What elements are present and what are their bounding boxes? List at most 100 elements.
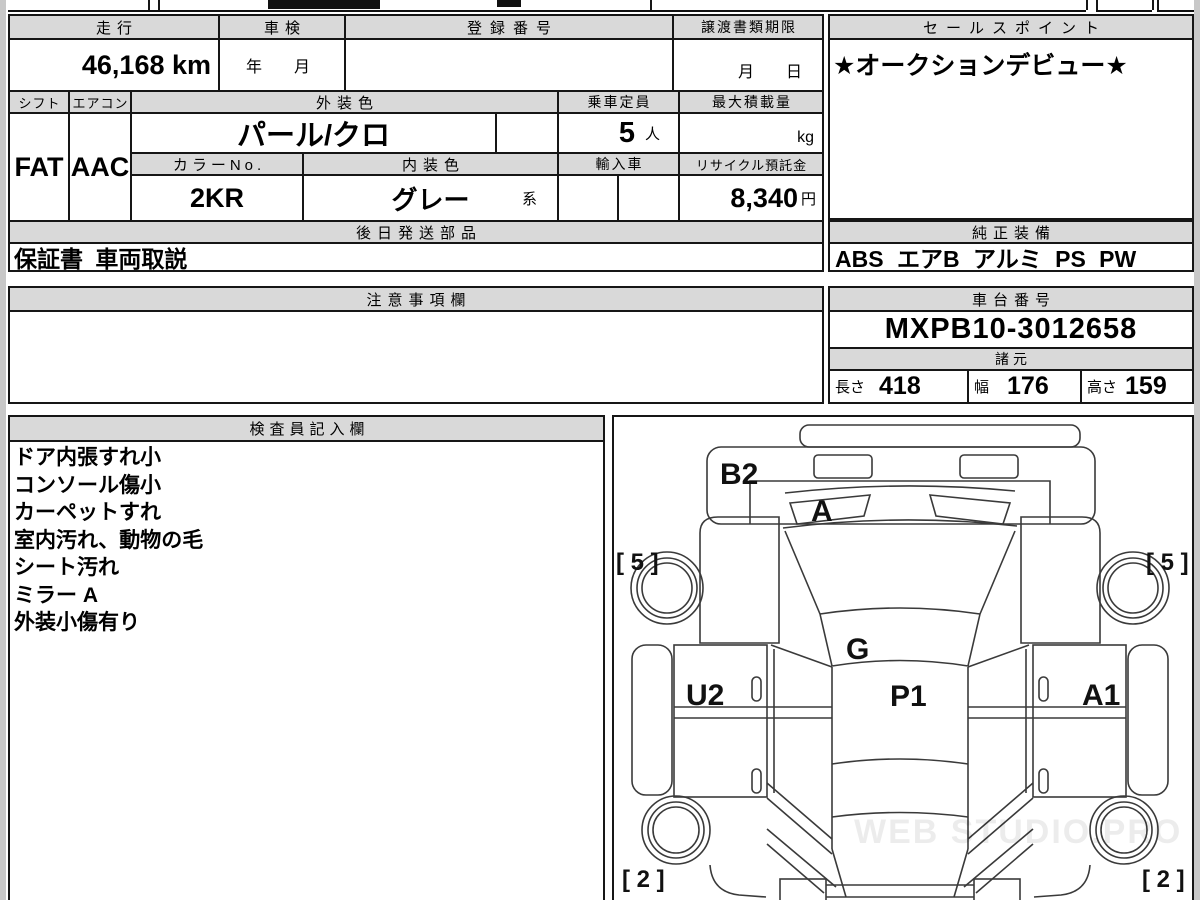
- caution-body: [8, 310, 824, 404]
- c-pillar-left: [766, 782, 833, 855]
- tire-grade-rear-right: [ 2 ]: [1142, 866, 1185, 893]
- capacity-number: 5: [618, 116, 635, 149]
- rear-wheel-left-hub: [652, 806, 700, 854]
- side-sill-left: [631, 644, 673, 796]
- a-pillar-right: [967, 644, 1030, 668]
- windshield-lower-right: [967, 613, 981, 667]
- front-fender-left: [699, 516, 780, 644]
- windshield-bottom-arc: [819, 607, 981, 615]
- cutoff-border-stub: [158, 0, 160, 10]
- width-label: 幅: [974, 379, 990, 396]
- windshield-right-edge: [979, 530, 1016, 615]
- auction-sheet-page: 走行 車検 登録番号 譲渡書類期限 46,168 km 年 月 月 日 シフト …: [0, 0, 1200, 900]
- chassis-no-value: MXPB10-3012658: [828, 310, 1194, 349]
- cowl-line: [784, 485, 1016, 494]
- exterior-color-extra-cell: [495, 112, 559, 154]
- height-value: 159: [1125, 372, 1167, 400]
- rear-wheel-left-ring: [647, 801, 705, 859]
- width-cell: 幅 176: [967, 369, 1082, 404]
- exterior-color-header: 外装色: [130, 90, 559, 114]
- a-pillar-left: [770, 644, 833, 668]
- transfer-deadline-field: 月 日: [672, 38, 824, 92]
- wiper-right: [928, 494, 1012, 525]
- inspector-note-line: ドア内張すれ小: [14, 446, 161, 469]
- chassis-no-header: 車台番号: [828, 286, 1194, 312]
- height-label: 高さ: [1087, 379, 1118, 396]
- cutoff-border-stub: [1086, 0, 1088, 10]
- cutoff-text-fragment: [268, 0, 380, 9]
- tire-grade-front-left: [ 5 ]: [616, 549, 659, 576]
- import-car-cell-1: [557, 174, 619, 222]
- door-handle-mark: [1038, 768, 1049, 794]
- windshield-left-edge: [784, 530, 821, 615]
- damage-diagram-box: WEB STUDIO.PRO B2 A G U2 P1 A1 [ 5 ] [ 5…: [612, 415, 1194, 900]
- recycle-deposit-header: リサイクル預託金: [678, 152, 824, 176]
- inspector-notes-body: ドア内張すれ小 コンソール傷小 カーペットすれ 室内汚れ、動物の毛 シート汚れ …: [8, 440, 605, 900]
- shift-header: シフト: [8, 90, 70, 114]
- cutoff-text-fragment: [497, 0, 521, 7]
- inspection-date-field: 年 月: [218, 38, 346, 92]
- door-handle-mark: [751, 676, 762, 702]
- cutoff-border-stub: [1152, 0, 1154, 10]
- recycle-deposit-unit: 円: [800, 190, 816, 208]
- capacity-header: 乗車定員: [557, 90, 680, 114]
- exterior-color-value: パール/クロ: [130, 112, 497, 154]
- inspector-note-line: コンソール傷小: [14, 473, 161, 497]
- registration-value: [344, 38, 674, 92]
- inspector-note-line: 室内汚れ、動物の毛: [14, 528, 204, 552]
- width-value: 176: [1007, 372, 1049, 400]
- inspector-notes-header: 検査員記入欄: [8, 415, 605, 442]
- cutoff-border-stub: [1096, 0, 1098, 10]
- length-cell: 長さ 418: [828, 369, 969, 404]
- inspector-note-line: ミラー A: [14, 583, 98, 607]
- caution-header: 注意事項欄: [8, 286, 824, 312]
- interior-color-suffix: 系: [521, 190, 537, 208]
- color-no-value: 2KR: [130, 174, 304, 222]
- interior-color-value: グレー 系: [302, 174, 559, 222]
- registration-header: 登録番号: [344, 14, 674, 40]
- car-damage-diagram: WEB STUDIO.PRO B2 A G U2 P1 A1 [ 5 ] [ 5…: [616, 424, 1189, 900]
- transfer-deadline-header: 譲渡書類期限: [672, 14, 824, 40]
- hatch-left-edge: [831, 848, 847, 898]
- aircon-value: AAC: [68, 112, 132, 222]
- damage-mark-roof: P1: [890, 680, 927, 713]
- max-load-value: kg: [678, 112, 824, 154]
- damage-mark-front-bumper: B2: [720, 458, 758, 491]
- later-parts-value: 保証書 車両取説: [8, 242, 824, 272]
- import-car-header: 輸入車: [557, 152, 680, 176]
- max-load-header: 最大積載量: [678, 90, 824, 114]
- front-fender-right: [1020, 516, 1101, 644]
- shift-value: FAT: [8, 112, 70, 222]
- cutoff-border-stub: [148, 0, 150, 10]
- front-bumper-top-strip: [799, 424, 1081, 448]
- height-cell: 高さ 159: [1080, 369, 1194, 404]
- damage-mark-cowl: A: [811, 495, 833, 528]
- equipment-value: ABS エアB アルミ PS PW: [828, 242, 1194, 272]
- damage-mark-left-door: U2: [686, 679, 724, 712]
- tail-panel-lines: [826, 884, 974, 898]
- headlight-left: [813, 454, 873, 479]
- headlight-right: [959, 454, 1019, 479]
- mileage-header: 走行: [8, 14, 220, 40]
- dimensions-header: 諸元: [828, 347, 1194, 371]
- door-handle-mark: [1038, 676, 1049, 702]
- color-no-header: カラーNo.: [130, 152, 304, 176]
- length-label: 長さ: [835, 379, 866, 396]
- inspector-note-line: シート汚れ: [14, 556, 119, 579]
- cutoff-border-stub: [650, 0, 652, 10]
- cutoff-border-line: [1096, 10, 1152, 12]
- side-sill-right: [1127, 644, 1169, 796]
- inspector-note-line: カーペットすれ: [14, 501, 161, 524]
- door-panel-left: [673, 644, 768, 798]
- cutoff-border-line: [1157, 10, 1194, 12]
- capacity-value: 5 人: [557, 112, 680, 154]
- inspector-note-line: 外装小傷有り: [14, 611, 140, 634]
- door-handle-mark: [751, 768, 762, 794]
- sales-point-value: ★オークションデビュー★: [828, 38, 1194, 220]
- quarter-panel-left: [709, 864, 767, 898]
- cutoff-border-line: [8, 10, 1086, 12]
- watermark-text: WEB STUDIO.PRO: [854, 813, 1182, 851]
- length-value: 418: [879, 372, 921, 400]
- interior-color-name: グレー: [391, 184, 470, 215]
- hatch-right-edge: [953, 848, 969, 898]
